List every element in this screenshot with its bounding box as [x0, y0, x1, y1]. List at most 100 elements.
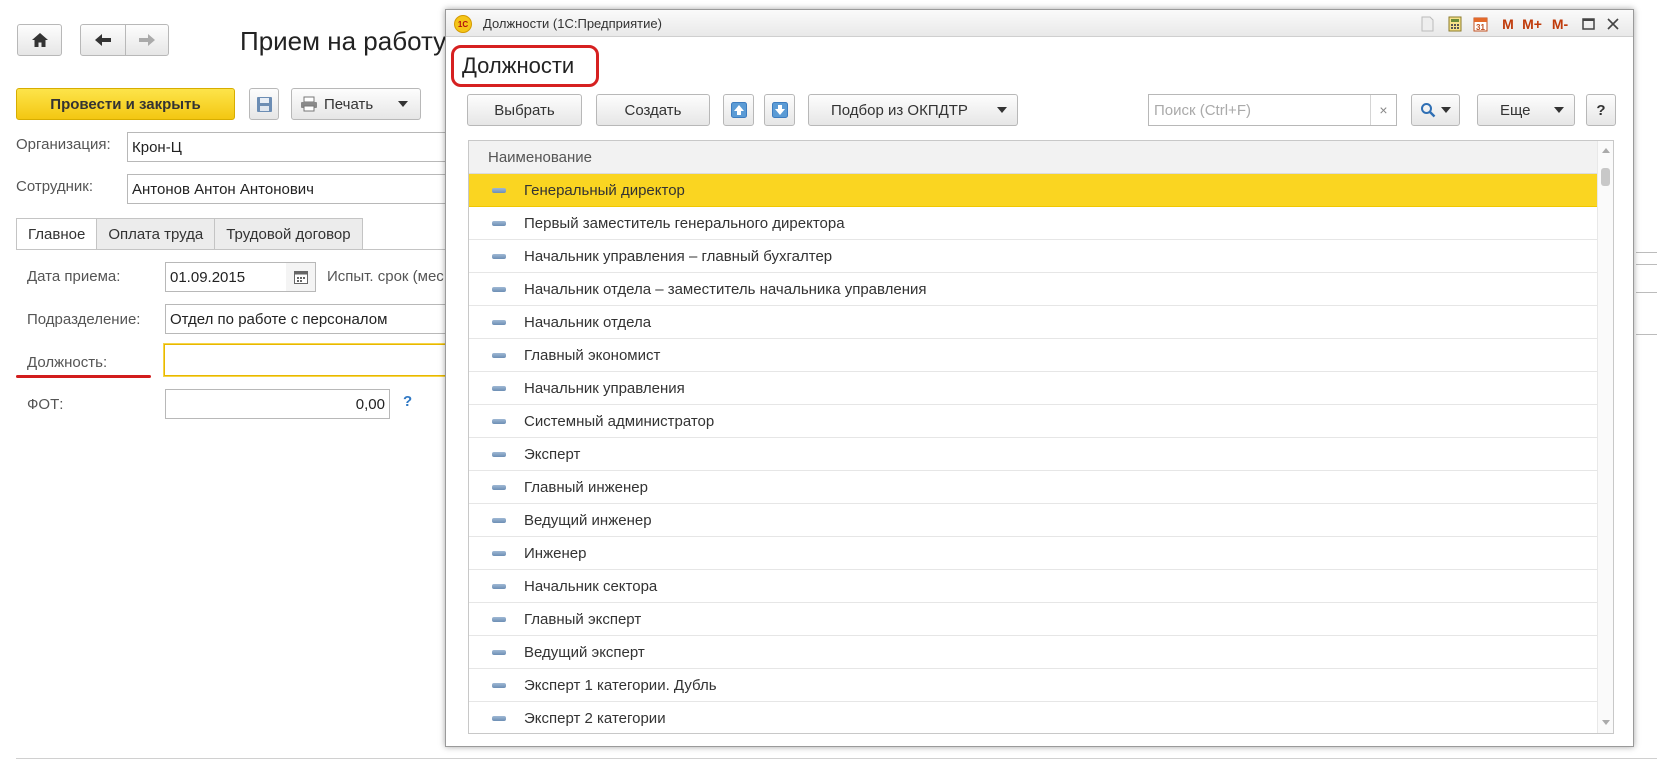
floppy-disk-icon: [257, 97, 272, 112]
page-title: Прием на работу: [240, 26, 447, 56]
catalog-item-icon: [492, 221, 506, 226]
row-name: Главный эксперт: [524, 611, 642, 628]
table-row[interactable]: Начальник отдела: [469, 306, 1597, 339]
table-row[interactable]: Первый заместитель генерального директор…: [469, 207, 1597, 240]
calendar-icon[interactable]: 31: [1471, 15, 1489, 33]
row-name: Первый заместитель генерального директор…: [524, 215, 845, 232]
tab-labor-contract[interactable]: Трудовой договор: [214, 218, 363, 250]
table-row[interactable]: Начальник отдела – заместитель начальник…: [469, 273, 1597, 306]
hire-date-field[interactable]: 01.09.2015: [165, 262, 287, 292]
divider: [1636, 334, 1657, 335]
memory-icon[interactable]: M: [1501, 15, 1515, 33]
table-row[interactable]: Начальник управления – главный бухгалтер: [469, 240, 1597, 273]
home-button[interactable]: [17, 24, 62, 56]
table-row[interactable]: Главный экономист: [469, 339, 1597, 372]
row-name: Эксперт 1 категории. Дубль: [524, 677, 717, 694]
hire-date-label: Дата приема:: [27, 268, 121, 285]
table-row[interactable]: Генеральный директор: [469, 174, 1597, 207]
catalog-item-icon: [492, 650, 506, 655]
department-label: Подразделение:: [27, 311, 141, 328]
vertical-scrollbar[interactable]: [1597, 141, 1613, 733]
scroll-up-icon[interactable]: [1602, 148, 1610, 153]
table-row[interactable]: Главный эксперт: [469, 603, 1597, 636]
create-button[interactable]: Создать: [596, 94, 710, 126]
catalog-item-icon: [492, 584, 506, 589]
arrow-down-icon: [771, 102, 788, 118]
table-row[interactable]: Эксперт 1 категории. Дубль: [469, 669, 1597, 702]
scroll-thumb[interactable]: [1601, 168, 1610, 186]
post-and-close-button[interactable]: Провести и закрыть: [16, 88, 235, 120]
close-icon[interactable]: [1605, 15, 1621, 33]
table-row[interactable]: Системный администратор: [469, 405, 1597, 438]
move-up-button[interactable]: [723, 94, 754, 126]
column-header-name[interactable]: Наименование: [469, 141, 1597, 174]
print-button[interactable]: Печать: [291, 88, 421, 120]
back-button[interactable]: [80, 24, 126, 56]
more-button[interactable]: Еще: [1477, 94, 1575, 126]
catalog-item-icon: [492, 617, 506, 622]
tab-payroll[interactable]: Оплата труда: [96, 218, 216, 250]
positions-window: 1С Должности (1С:Предприятие) 31 M M+ M-…: [445, 9, 1634, 747]
tabs-divider: [16, 249, 446, 250]
calendar-button[interactable]: [286, 262, 316, 292]
okpdtr-selection-button[interactable]: Подбор из ОКПДТР: [808, 94, 1018, 126]
catalog-item-icon: [492, 551, 506, 556]
tab-main[interactable]: Главное: [16, 218, 98, 250]
catalog-item-icon: [492, 287, 506, 292]
divider: [1636, 264, 1657, 265]
home-icon: [31, 33, 48, 47]
catalog-item-icon: [492, 716, 506, 721]
catalog-item-icon: [492, 320, 506, 325]
forward-button[interactable]: [125, 24, 169, 56]
clear-search-button[interactable]: ×: [1370, 95, 1396, 125]
table-row[interactable]: Ведущий инженер: [469, 504, 1597, 537]
catalog-item-icon: [492, 419, 506, 424]
department-field[interactable]: Отдел по работе с персоналом: [165, 304, 446, 334]
row-name: Начальник управления – главный бухгалтер: [524, 248, 833, 265]
row-name: Начальник сектора: [524, 578, 658, 595]
window-heading: Должности: [451, 45, 599, 87]
position-field[interactable]: [164, 344, 446, 376]
memory-plus-icon[interactable]: M+: [1521, 15, 1543, 33]
highlight-underline: [16, 375, 151, 378]
chevron-down-icon: [1441, 107, 1451, 113]
select-button[interactable]: Выбрать: [467, 94, 582, 126]
form-tabs: Главное Оплата труда Трудовой договор: [16, 218, 363, 250]
table-row[interactable]: Главный инженер: [469, 471, 1597, 504]
move-down-button[interactable]: [764, 94, 795, 126]
catalog-item-icon: [492, 188, 506, 193]
employee-field[interactable]: Антонов Антон Антонович: [127, 174, 446, 204]
search-options-button[interactable]: [1411, 94, 1460, 126]
arrow-right-icon: [139, 34, 155, 46]
arrow-up-icon: [730, 102, 747, 118]
maximize-icon[interactable]: [1580, 15, 1596, 33]
table-row[interactable]: Ведущий эксперт: [469, 636, 1597, 669]
table-row[interactable]: Эксперт: [469, 438, 1597, 471]
catalog-item-icon: [492, 386, 506, 391]
calculator-icon[interactable]: [1446, 15, 1464, 33]
help-button[interactable]: ?: [1586, 94, 1616, 126]
search-box: ×: [1148, 94, 1397, 126]
table-row[interactable]: Начальник управления: [469, 372, 1597, 405]
table-row[interactable]: Эксперт 2 категории: [469, 702, 1597, 733]
row-name: Инженер: [524, 545, 587, 562]
scroll-down-icon[interactable]: [1602, 720, 1610, 725]
save-button[interactable]: [249, 88, 279, 120]
print-button-label: Печать: [324, 95, 374, 113]
printer-icon: [301, 96, 317, 112]
organization-field[interactable]: Крон-Ц: [127, 132, 446, 162]
arrow-left-icon: [95, 34, 111, 46]
row-name: Ведущий инженер: [524, 512, 652, 529]
document-icon[interactable]: [1418, 15, 1436, 33]
organization-label: Организация:: [16, 136, 111, 153]
okpdtr-button-label: Подбор из ОКПДТР: [831, 101, 968, 119]
table-row[interactable]: Начальник сектора: [469, 570, 1597, 603]
catalog-item-icon: [492, 683, 506, 688]
row-name: Главный инженер: [524, 479, 648, 496]
table-row[interactable]: Инженер: [469, 537, 1597, 570]
row-name: Начальник управления: [524, 380, 685, 397]
more-button-label: Еще: [1500, 101, 1531, 119]
memory-minus-icon[interactable]: M-: [1549, 15, 1571, 33]
search-input[interactable]: [1149, 95, 1371, 125]
app-logo: 1С: [454, 15, 472, 33]
